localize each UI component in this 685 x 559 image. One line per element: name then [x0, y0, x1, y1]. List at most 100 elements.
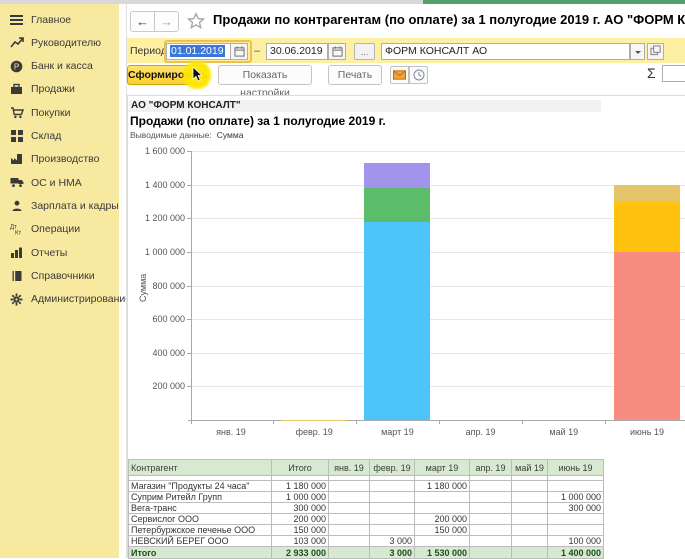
bar-segment [614, 252, 680, 420]
table-total-cell: 1 530 000 [415, 547, 470, 559]
table-cell [415, 503, 470, 514]
period-label: Период: [130, 45, 170, 57]
table-header-cell: Итого [272, 460, 329, 476]
sidebar-item-11[interactable]: Отчеты [0, 242, 119, 263]
table-cell: 150 000 [415, 525, 470, 536]
table-cell [370, 492, 415, 503]
sidebar-item-12[interactable]: Справочники [0, 265, 119, 286]
clock-icon[interactable] [409, 66, 428, 84]
table-total-cell: 3 000 [370, 547, 415, 559]
table-header-cell: апр. 19 [470, 460, 512, 476]
forward-button[interactable]: → [154, 11, 179, 32]
sidebar-item-10[interactable]: ДтКтОперации [0, 219, 119, 240]
organization-combobox[interactable]: ФОРМ КОНСАЛТ АО [381, 43, 630, 60]
sidebar-item-7[interactable]: Производство [0, 149, 119, 170]
mail-icon[interactable] [390, 66, 409, 84]
sidebar-item-label: Операции [31, 223, 80, 235]
sidebar-item-8[interactable]: ОС и НМА [0, 172, 119, 193]
table-cell [329, 514, 370, 525]
table-header-cell: янв. 19 [329, 460, 370, 476]
calendar-icon[interactable] [328, 43, 346, 60]
page-title: Продажи по контрагентам (по оплате) за 1… [213, 12, 685, 27]
table-cell [329, 503, 370, 514]
y-tick-label: 400 000 [130, 348, 185, 358]
chevron-down-icon[interactable] [630, 43, 645, 60]
autosum-field[interactable] [662, 65, 685, 82]
gridline [191, 185, 685, 186]
sidebar-item-3[interactable]: PБанк и касса [0, 56, 119, 77]
table-header-row: КонтрагентИтогоянв. 19февр. 19март 19апр… [129, 460, 604, 476]
bar-segment [364, 222, 430, 420]
table-cell [370, 514, 415, 525]
y-tick-label: 600 000 [130, 314, 185, 324]
x-category-label: апр. 19 [448, 427, 514, 437]
table-cell: 1 180 000 [272, 481, 329, 492]
table-total-row: Итого2 933 000 3 0001 530 000 1 400 000 [129, 547, 604, 559]
table-row: Вега-транс300 000300 000 [129, 503, 604, 514]
cart-icon [9, 105, 24, 120]
table-cell [548, 481, 604, 492]
table-cell: 100 000 [548, 536, 604, 547]
sidebar-item-label: Администрирование [31, 293, 131, 305]
print-button[interactable]: Печать [328, 65, 382, 85]
period-to-input[interactable]: 30.06.2019 [266, 43, 328, 60]
table-cell: 150 000 [272, 525, 329, 536]
sidebar-item-1[interactable]: Главное [0, 9, 119, 30]
report-company: АО "ФОРМ КОНСАЛТ" [129, 100, 601, 112]
table-cell: 103 000 [272, 536, 329, 547]
report-title: Продажи (по оплате) за 1 полугодие 2019 … [130, 114, 386, 128]
table-total-cell: Итого [129, 547, 272, 559]
sidebar-item-5[interactable]: Покупки [0, 102, 119, 123]
sidebar-item-4[interactable]: Продажи [0, 79, 119, 100]
sidebar-item-label: ОС и НМА [31, 177, 82, 189]
table-cell [470, 492, 512, 503]
sidebar-item-label: Справочники [31, 270, 95, 282]
bar-segment [614, 185, 680, 202]
top-strip-accent [423, 0, 685, 4]
back-button[interactable]: ← [130, 11, 155, 32]
table-row: Петербуржское печенье ООО150 000150 000 [129, 525, 604, 536]
table-cell: Петербуржское печенье ООО [129, 525, 272, 536]
grid-icon [9, 129, 24, 144]
table-cell [370, 503, 415, 514]
sidebar-item-label: Склад [31, 130, 61, 142]
sidebar-item-2[interactable]: Руководителю [0, 32, 119, 53]
y-tick-label: 1 000 000 [130, 247, 185, 257]
sidebar-item-9[interactable]: Зарплата и кадры [0, 195, 119, 216]
table-row: Сервислог ООО200 000200 000 [129, 514, 604, 525]
gridline [191, 353, 685, 354]
show-settings-button[interactable]: Показать настройки [218, 65, 312, 85]
period-from-input[interactable]: 01.01.2019 [166, 43, 230, 60]
briefcase-icon [9, 82, 24, 97]
table-cell: 300 000 [272, 503, 329, 514]
table-cell: Вега-транс [129, 503, 272, 514]
favorite-star-icon[interactable] [187, 12, 205, 30]
table-cell [512, 492, 548, 503]
table-total-cell: 2 933 000 [272, 547, 329, 559]
calendar-icon[interactable] [230, 43, 248, 60]
table-cell [470, 481, 512, 492]
sidebar-item-label: Производство [31, 153, 99, 165]
gridline [191, 319, 685, 320]
y-axis-title: Сумма [138, 273, 148, 301]
sidebar-item-13[interactable]: Администрирование [0, 289, 119, 310]
table-cell [512, 525, 548, 536]
table-cell: 300 000 [548, 503, 604, 514]
open-link-icon[interactable] [647, 43, 664, 60]
gridline [191, 252, 685, 253]
menu-icon [9, 12, 24, 27]
table-row: Магазин "Продукты 24 часа"1 180 0001 180… [129, 481, 604, 492]
table-cell: 200 000 [415, 514, 470, 525]
table-cell: НЕВСКИЙ БЕРЕГ ООО [129, 536, 272, 547]
table-header-cell: март 19 [415, 460, 470, 476]
table-cell: 1 000 000 [272, 492, 329, 503]
book-icon [9, 268, 24, 283]
report-output-line: Выводимые данные:Сумма [130, 130, 243, 140]
table-cell [470, 514, 512, 525]
table-cell [470, 525, 512, 536]
table-total-cell: 1 400 000 [548, 547, 604, 559]
period-more-button[interactable]: ... [354, 43, 375, 60]
sidebar-item-6[interactable]: Склад [0, 126, 119, 147]
period-dash: – [254, 45, 260, 57]
report-output-value: Сумма [217, 130, 244, 140]
